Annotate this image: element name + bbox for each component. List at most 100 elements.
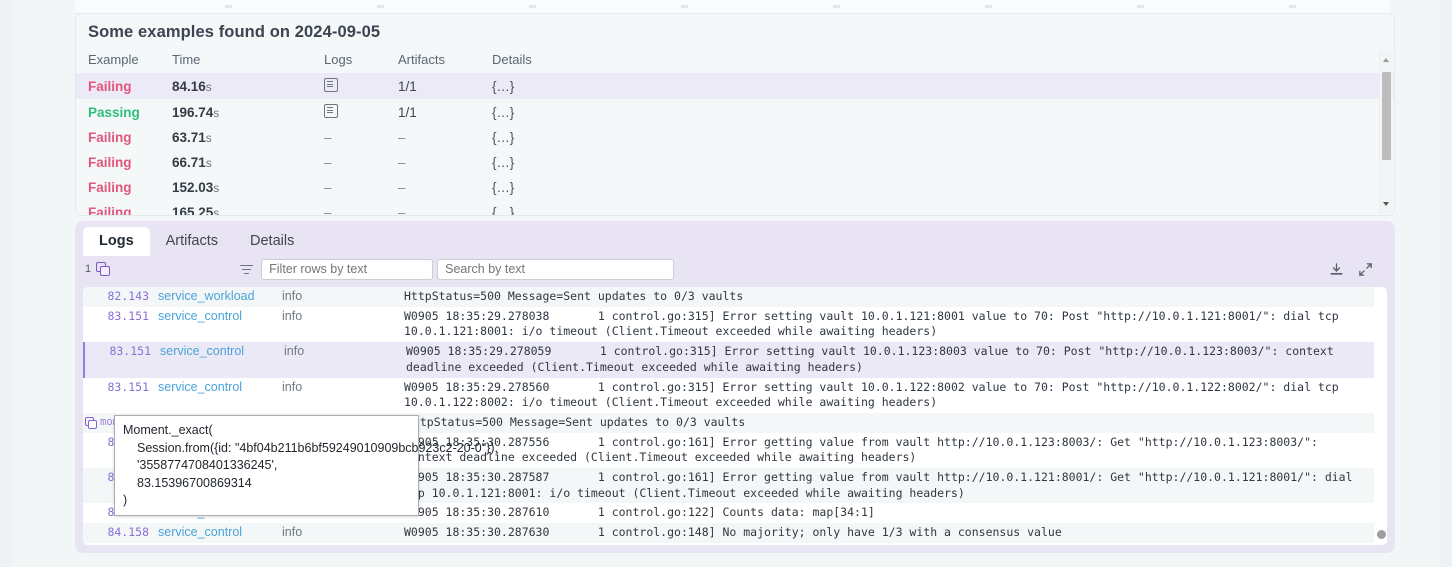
- tooltip-line: Session.from({id: "4bf04b211b6bf59249010…: [137, 440, 498, 455]
- log-timestamp: 84.163: [83, 543, 149, 546]
- log-lines-icon[interactable]: [324, 104, 338, 118]
- cell-time: 196.74s: [160, 99, 312, 125]
- log-row[interactable]: 84.163service_workloadinfoHttpStatus=500…: [83, 542, 1374, 546]
- examples-header-row: Example Time Logs Artifacts Details: [76, 47, 1394, 73]
- log-level: info: [278, 543, 404, 546]
- log-row[interactable]: 83.151 service_control info W0905 18:35:29.…: [83, 377, 1374, 413]
- artifacts-value: 1/1: [398, 78, 417, 94]
- filter-rows-input[interactable]: [261, 258, 434, 280]
- cell-details[interactable]: {...}: [480, 125, 1394, 150]
- log-timestamp: 82.143: [107, 289, 149, 303]
- cell-details[interactable]: {...}: [480, 99, 1394, 125]
- log-message: W0905 18:35:29.278038 1 control.go:315] …: [404, 308, 1346, 339]
- search-input[interactable]: [437, 258, 675, 280]
- log-message: W0905 18:35:30.287610 1 control.go:122] …: [404, 505, 875, 520]
- empty-dash: –: [324, 155, 332, 170]
- cutoff-tick: [225, 5, 232, 8]
- log-scrollbar-thumb[interactable]: [1376, 530, 1386, 539]
- tooltip-line: '3558774708401336245',: [137, 458, 278, 472]
- duration-value: 152.03: [172, 180, 214, 195]
- details-json-toggle[interactable]: {...}: [492, 180, 515, 195]
- column-header-artifacts: Artifacts: [398, 52, 445, 67]
- log-message: HttpStatus=500 Message=Sent updates to 0…: [406, 414, 746, 429]
- cell-artifacts: –: [386, 150, 480, 175]
- details-json-toggle[interactable]: {...}: [492, 155, 515, 170]
- cell-example: Failing: [76, 175, 160, 200]
- log-message: HttpStatus=500 Message=Sent updates to 0…: [404, 289, 744, 303]
- cell-time: 66.71s: [160, 150, 312, 175]
- tab-details[interactable]: Details: [234, 227, 310, 256]
- duration-unit: s: [213, 206, 220, 216]
- log-scrollbar[interactable]: [1374, 287, 1387, 545]
- empty-dash: –: [324, 205, 332, 216]
- cutoff-tick: [833, 5, 840, 8]
- empty-dash: –: [324, 130, 332, 145]
- log-lines-icon[interactable]: [324, 78, 338, 92]
- cell-logs: –: [312, 175, 386, 200]
- cell-logs[interactable]: [312, 99, 386, 125]
- cell-details[interactable]: {...}: [480, 200, 1394, 215]
- log-source: service_control: [158, 308, 243, 323]
- log-timestamp: 83.151: [109, 344, 151, 359]
- log-row[interactable]: 83.151 service_control info W0905 18:35:29.…: [83, 342, 1374, 378]
- examples-scrollbar[interactable]: [1379, 50, 1393, 214]
- table-row[interactable]: Failing 63.71s – – {...}: [76, 125, 1394, 150]
- artifacts-value: –: [398, 205, 406, 216]
- column-header-example: Example: [88, 52, 139, 67]
- cutoff-tick: [1289, 5, 1296, 8]
- table-row[interactable]: Failing 66.71s – – {...}: [76, 150, 1394, 175]
- cell-logs[interactable]: [312, 73, 386, 99]
- artifacts-value: 1/1: [398, 104, 417, 120]
- table-row[interactable]: Failing 152.03s – – {...}: [76, 175, 1394, 200]
- cell-logs: –: [312, 125, 386, 150]
- log-level: info: [282, 289, 303, 303]
- table-row[interactable]: Failing 165.25s – – {...}: [76, 200, 1394, 216]
- status-badge: Failing: [88, 130, 132, 145]
- details-json-toggle[interactable]: {...}: [492, 130, 515, 145]
- examples-body: Failing 84.16s 1/1 {...} Passing 196.74s 1/1 {.…: [76, 73, 1394, 216]
- expand-icon[interactable]: [1358, 262, 1373, 277]
- log-source: service_workload: [158, 289, 255, 303]
- table-row[interactable]: Passing 196.74s 1/1 {...}: [76, 99, 1394, 125]
- duration-value: 165.25: [172, 205, 214, 216]
- scroll-up-arrow-icon[interactable]: [1383, 58, 1389, 62]
- copy-icon[interactable]: [96, 262, 111, 276]
- cutoff-tick: [681, 5, 688, 8]
- details-json-toggle[interactable]: {...}: [492, 105, 515, 120]
- duration-unit: s: [213, 181, 220, 195]
- cell-example: Passing: [76, 99, 160, 125]
- duration-value: 63.71: [172, 130, 206, 145]
- tab-artifacts[interactable]: Artifacts: [150, 227, 234, 256]
- cell-details[interactable]: {...}: [480, 175, 1394, 200]
- copy-icon[interactable]: [85, 416, 97, 429]
- scrollbar-thumb[interactable]: [1382, 72, 1391, 160]
- tab-logs[interactable]: Logs: [83, 226, 150, 256]
- log-timestamp: 83.151: [107, 308, 149, 323]
- log-message: W0905 18:35:30.287587 1 control.go:161] …: [404, 470, 1360, 500]
- cell-details[interactable]: {...}: [480, 150, 1394, 175]
- log-row[interactable]: 82.143 service_workload info HttpStatus=500…: [83, 287, 1374, 307]
- log-row[interactable]: 83.151 service_control info W0905 18:35:29.…: [83, 306, 1374, 343]
- log-source: service_workload: [149, 543, 278, 546]
- table-row[interactable]: Failing 84.16s 1/1 {...}: [76, 73, 1394, 99]
- log-message: W0905 18:35:29.278560 1 control.go:315] …: [404, 379, 1346, 410]
- cell-time: 84.16s: [160, 73, 312, 99]
- cell-artifacts: –: [386, 200, 480, 216]
- duration-unit: s: [205, 156, 212, 170]
- log-level: info: [282, 525, 303, 540]
- duration-value: 84.16: [172, 78, 206, 94]
- examples-card: Some examples found on 2024-09-05 Exampl…: [75, 13, 1395, 216]
- status-badge: Failing: [88, 78, 132, 94]
- duration-value: 66.71: [172, 155, 206, 170]
- log-row[interactable]: 84.158 service_control info W0905 18:35:30.…: [83, 523, 1374, 543]
- filter-icon[interactable]: [240, 264, 254, 275]
- cell-details[interactable]: {...}: [480, 73, 1394, 99]
- cell-time: 63.71s: [160, 125, 312, 150]
- details-json-toggle[interactable]: {...}: [492, 205, 515, 215]
- examples-table: Example Time Logs Artifacts Details Fail…: [76, 47, 1394, 216]
- download-icon[interactable]: [1329, 262, 1344, 277]
- duration-value: 196.74: [172, 104, 214, 120]
- log-source: service_control: [160, 344, 245, 359]
- scroll-down-arrow-icon[interactable]: [1383, 202, 1389, 206]
- details-json-toggle[interactable]: {...}: [492, 79, 515, 94]
